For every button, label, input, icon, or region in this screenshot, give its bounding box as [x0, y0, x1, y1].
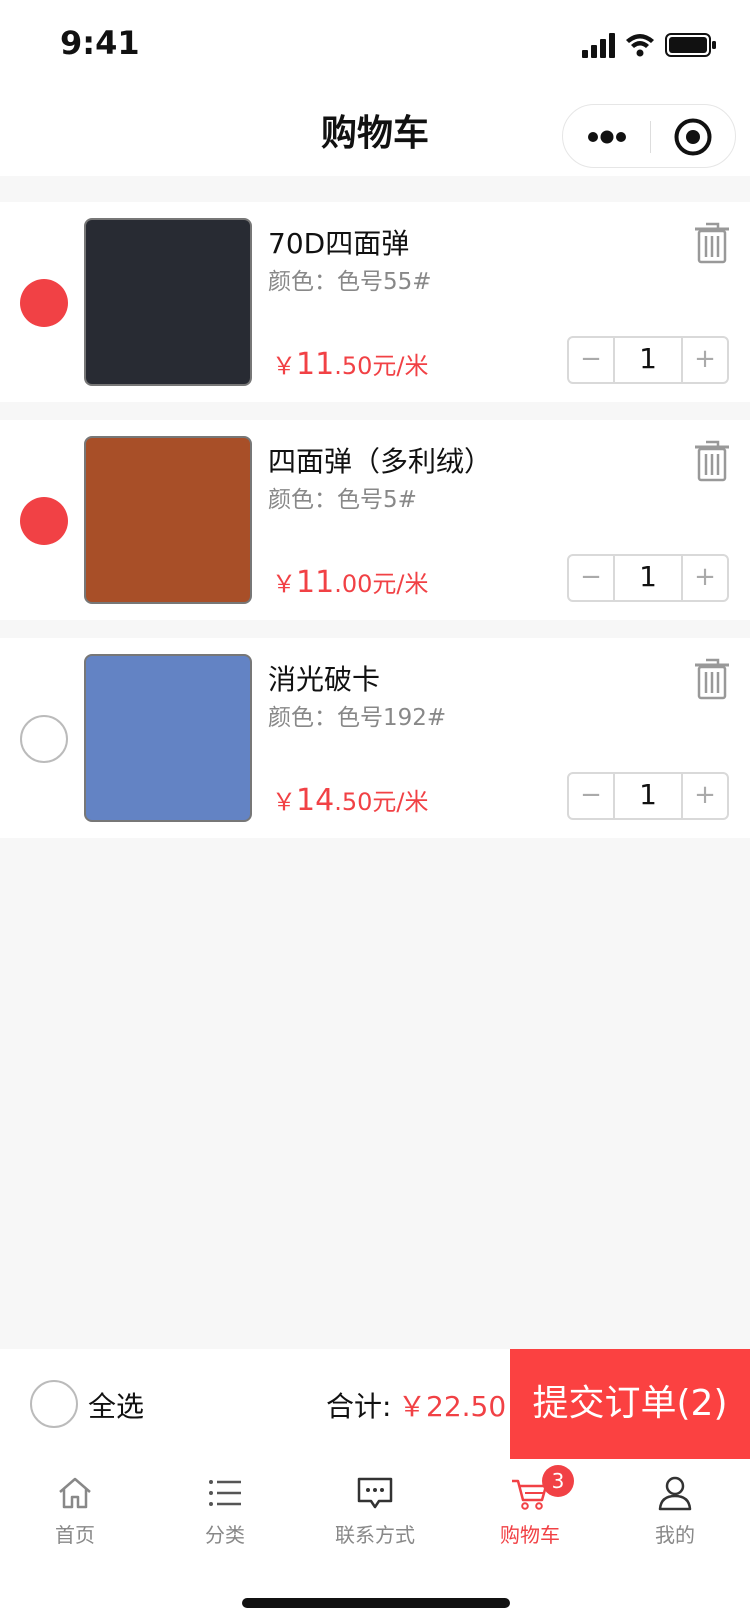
tab-label: 首页	[55, 1523, 95, 1547]
cart-badge: 3	[542, 1465, 574, 1497]
wifi-icon	[626, 34, 654, 57]
status-bar: 9:41	[0, 0, 750, 88]
product-thumbnail[interactable]	[84, 218, 252, 386]
cart-list: 70D四面弹 颜色：色号55# ￥11.50元/米 − 1 + 四面弹（多利绒）…	[0, 202, 750, 856]
product-price: ￥14.50元/米	[272, 782, 428, 818]
quantity-input[interactable]: 1	[613, 774, 683, 818]
battery-icon	[665, 33, 716, 57]
product-price: ￥11.00元/米	[272, 564, 428, 600]
quantity-stepper: − 1 +	[567, 336, 729, 384]
quantity-stepper: − 1 +	[567, 772, 729, 820]
price-integer: 11	[296, 565, 335, 600]
more-icon[interactable]	[585, 121, 629, 153]
increase-button[interactable]: +	[683, 338, 727, 382]
price-fraction: .00元/米	[334, 570, 429, 598]
quantity-stepper: − 1 +	[567, 554, 729, 602]
checkout-bar: 全选 合计: ￥22.50 提交订单(2)	[0, 1349, 750, 1459]
price-symbol: ￥	[272, 570, 296, 598]
nav-bar: 购物车	[0, 88, 750, 176]
item-checkbox[interactable]	[20, 715, 68, 763]
tab-label: 分类	[205, 1523, 245, 1547]
item-checkbox[interactable]	[20, 497, 68, 545]
product-color: 颜色：色号5#	[268, 487, 417, 513]
price-fraction: .50元/米	[334, 788, 429, 816]
home-indicator	[242, 1598, 510, 1608]
product-name: 消光破卡	[268, 663, 381, 696]
increase-button[interactable]: +	[683, 556, 727, 600]
tab-label: 购物车	[500, 1523, 560, 1547]
product-color: 颜色：色号192#	[268, 705, 447, 731]
signal-icon	[582, 33, 615, 58]
product-price: ￥11.50元/米	[272, 346, 428, 382]
tab-label: 我的	[655, 1523, 695, 1547]
increase-button[interactable]: +	[683, 774, 727, 818]
user-icon	[658, 1476, 692, 1511]
tab-category[interactable]: 分类	[150, 1473, 300, 1548]
price-fraction: .50元/米	[334, 352, 429, 380]
select-all-label[interactable]: 全选	[88, 1385, 144, 1425]
cart-item: 70D四面弹 颜色：色号55# ￥11.50元/米 − 1 +	[0, 202, 750, 402]
cart-item: 消光破卡 颜色：色号192# ￥14.50元/米 − 1 +	[0, 638, 750, 838]
total-value: ￥22.50	[398, 1390, 507, 1423]
product-thumbnail[interactable]	[84, 654, 252, 822]
item-checkbox[interactable]	[20, 279, 68, 327]
quantity-input[interactable]: 1	[613, 556, 683, 600]
cart-page: 9:41 购物车 70D四面弹 颜色：色号55# ￥11.50元/米 − 1 +…	[0, 0, 750, 1624]
total-label: 合计:	[326, 1390, 392, 1423]
product-name: 四面弹（多利绒）	[268, 445, 493, 478]
product-thumbnail[interactable]	[84, 436, 252, 604]
price-symbol: ￥	[272, 352, 296, 380]
trash-icon[interactable]	[692, 656, 732, 700]
tab-home[interactable]: 首页	[0, 1473, 150, 1548]
tab-label: 联系方式	[335, 1523, 415, 1547]
product-name: 70D四面弹	[268, 227, 410, 260]
home-icon	[59, 1477, 91, 1509]
status-icons	[582, 33, 716, 58]
trash-icon[interactable]	[692, 220, 732, 264]
select-all-checkbox[interactable]	[30, 1380, 78, 1428]
trash-icon[interactable]	[692, 438, 732, 482]
decrease-button[interactable]: −	[569, 338, 613, 382]
close-miniprogram-icon[interactable]	[673, 117, 713, 157]
capsule-divider	[650, 121, 651, 153]
tab-cart[interactable]: 3 购物车	[455, 1465, 605, 1548]
list-icon	[209, 1480, 241, 1506]
price-integer: 11	[296, 347, 335, 382]
price-integer: 14	[296, 783, 335, 818]
product-color: 颜色：色号55#	[268, 269, 432, 295]
tab-contact[interactable]: 联系方式	[300, 1473, 450, 1548]
quantity-input[interactable]: 1	[613, 338, 683, 382]
submit-order-button[interactable]: 提交订单(2)	[510, 1349, 750, 1459]
decrease-button[interactable]: −	[569, 774, 613, 818]
miniprogram-capsule	[562, 104, 736, 168]
message-icon	[357, 1477, 393, 1509]
price-symbol: ￥	[272, 788, 296, 816]
decrease-button[interactable]: −	[569, 556, 613, 600]
cart-item: 四面弹（多利绒） 颜色：色号5# ￥11.00元/米 − 1 +	[0, 420, 750, 620]
status-time: 9:41	[60, 24, 140, 62]
tab-mine[interactable]: 我的	[600, 1473, 750, 1548]
